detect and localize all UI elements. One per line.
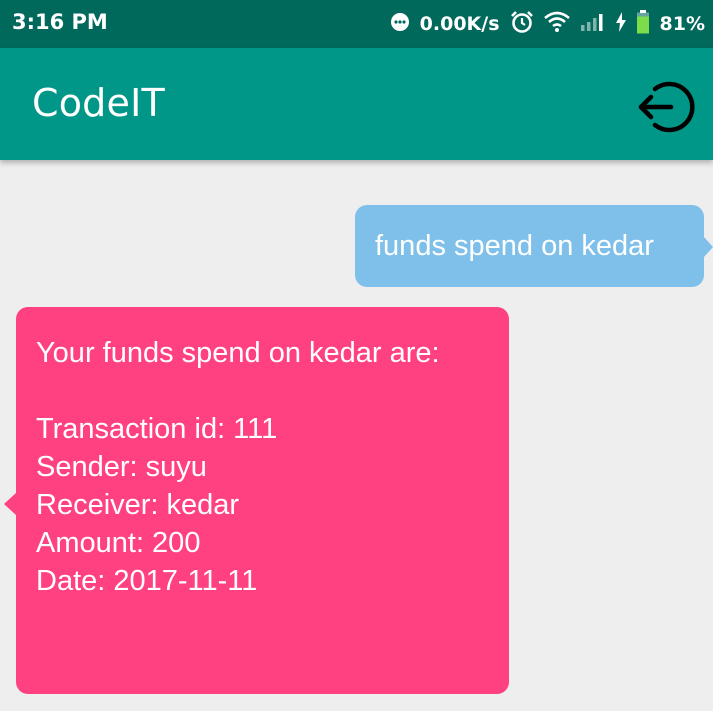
received-message-bubble: Your funds spend on kedar are: Transacti…	[16, 307, 509, 694]
receiver-line: Receiver: kedar	[36, 489, 240, 521]
network-speed: 0.00K/s	[419, 13, 500, 35]
battery-percent: 81%	[659, 13, 705, 35]
sender-line: Sender: suyu	[36, 451, 207, 483]
charging-bolt-icon	[615, 11, 626, 37]
amount-line: Amount: 200	[36, 527, 201, 559]
sent-message-text: funds spend on kedar	[375, 230, 654, 262]
chat-bubble-icon	[390, 12, 410, 37]
cellular-signal-icon	[580, 12, 606, 37]
alarm-clock-icon	[510, 10, 534, 39]
wifi-icon	[543, 11, 570, 38]
logout-button[interactable]	[635, 77, 695, 137]
app-title: CodeIT	[32, 81, 165, 125]
date-line: Date: 2017-11-11	[36, 565, 258, 597]
status-bar: 3:16 PM 0.00K/s 81%	[0, 0, 713, 48]
status-icons: 0.00K/s 81%	[390, 0, 705, 48]
sent-message-tail	[704, 237, 713, 257]
status-time: 3:16 PM	[12, 10, 108, 34]
sent-message-bubble: funds spend on kedar	[355, 205, 704, 287]
received-message-header: Your funds spend on kedar are:	[36, 337, 440, 369]
app-bar: CodeIT	[0, 48, 713, 160]
logout-icon	[638, 81, 695, 133]
battery-icon	[636, 9, 650, 39]
received-message-tail	[4, 493, 16, 515]
transaction-id-line: Transaction id: 111	[36, 413, 278, 445]
